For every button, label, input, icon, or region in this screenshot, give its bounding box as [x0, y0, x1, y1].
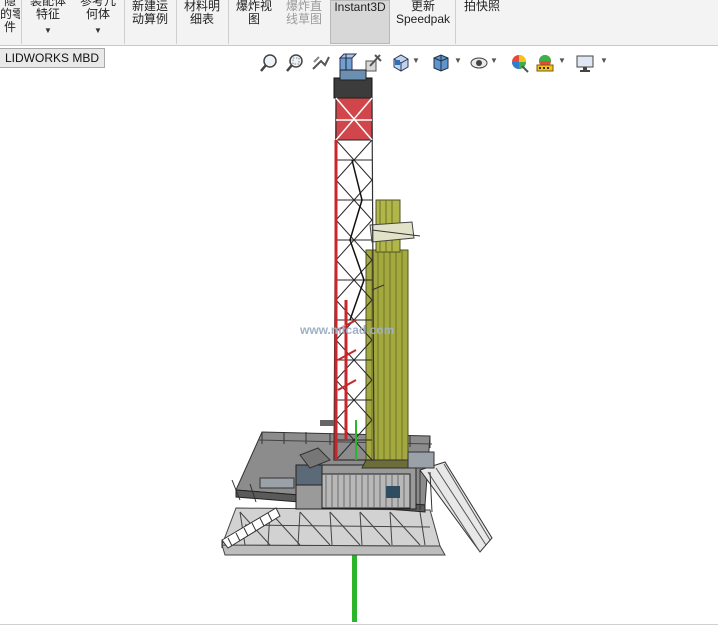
reference-geometry-label-2: 何体 [85, 7, 110, 21]
chevron-down-icon[interactable]: ▼ [74, 24, 122, 37]
update-speedpak-button[interactable]: 更新 Speedpak [394, 0, 452, 44]
take-snapshot-label: 拍快照 [463, 0, 500, 13]
drawworks-module [295, 464, 417, 510]
chevron-down-icon[interactable]: ▼ [600, 56, 608, 65]
update-speedpak-label-2: Speedpak [395, 12, 451, 26]
crown-block [333, 77, 373, 99]
hide-parts-label-3: 件 [3, 20, 16, 34]
instant3d-label: Instant3D [334, 0, 386, 14]
chevron-down-icon[interactable]: ▼ [412, 56, 420, 65]
ribbon-separator [176, 0, 177, 44]
explode-line-sketch-label-2: 线草图 [285, 12, 322, 26]
bill-of-materials-label-2: 细表 [189, 12, 214, 26]
take-snapshot-button[interactable]: 拍快照 [458, 0, 506, 44]
hide-parts-button[interactable]: 隐 的零 件 [0, 0, 20, 44]
green-axis-line [352, 550, 357, 622]
ribbon-separator [228, 0, 229, 44]
new-motion-study-label-2: 动算例 [131, 12, 168, 26]
new-motion-study-button[interactable]: 新建运 动算例 [126, 0, 174, 44]
command-manager-ribbon: 隐 的零 件 装配体 特征 ▼ 参考几 何体 ▼ 新建运 动算例 材料明 细表 … [0, 0, 718, 46]
assembly-features-label-2: 特征 [35, 7, 60, 21]
reference-geometry-button[interactable]: 参考几 何体 ▼ [74, 0, 122, 44]
chevron-down-icon[interactable]: ▼ [454, 56, 462, 65]
tab-solidworks-mbd[interactable]: LIDWORKS MBD [0, 48, 106, 68]
ribbon-separator [455, 0, 456, 44]
graphics-viewport[interactable]: www.mfcad.com [0, 68, 718, 628]
bill-of-materials-button[interactable]: 材料明 细表 [178, 0, 226, 44]
ribbon-separator [21, 0, 22, 44]
explode-line-sketch-button[interactable]: 爆炸直 线草图 [280, 0, 328, 44]
ribbon-separator [124, 0, 125, 44]
status-bar [0, 624, 718, 642]
exploded-view-button[interactable]: 爆炸视 图 [230, 0, 278, 44]
chevron-down-icon[interactable]: ▼ [24, 24, 72, 37]
instant3d-button[interactable]: Instant3D [330, 0, 390, 44]
chevron-down-icon[interactable]: ▼ [490, 56, 498, 65]
chevron-down-icon[interactable]: ▼ [558, 56, 566, 65]
watermark-text: www.mfcad.com [299, 323, 394, 337]
assembly-features-button[interactable]: 装配体 特征 ▼ [24, 0, 72, 44]
exploded-view-label-2: 图 [247, 12, 260, 26]
drilling-rig-model[interactable] [221, 69, 493, 622]
